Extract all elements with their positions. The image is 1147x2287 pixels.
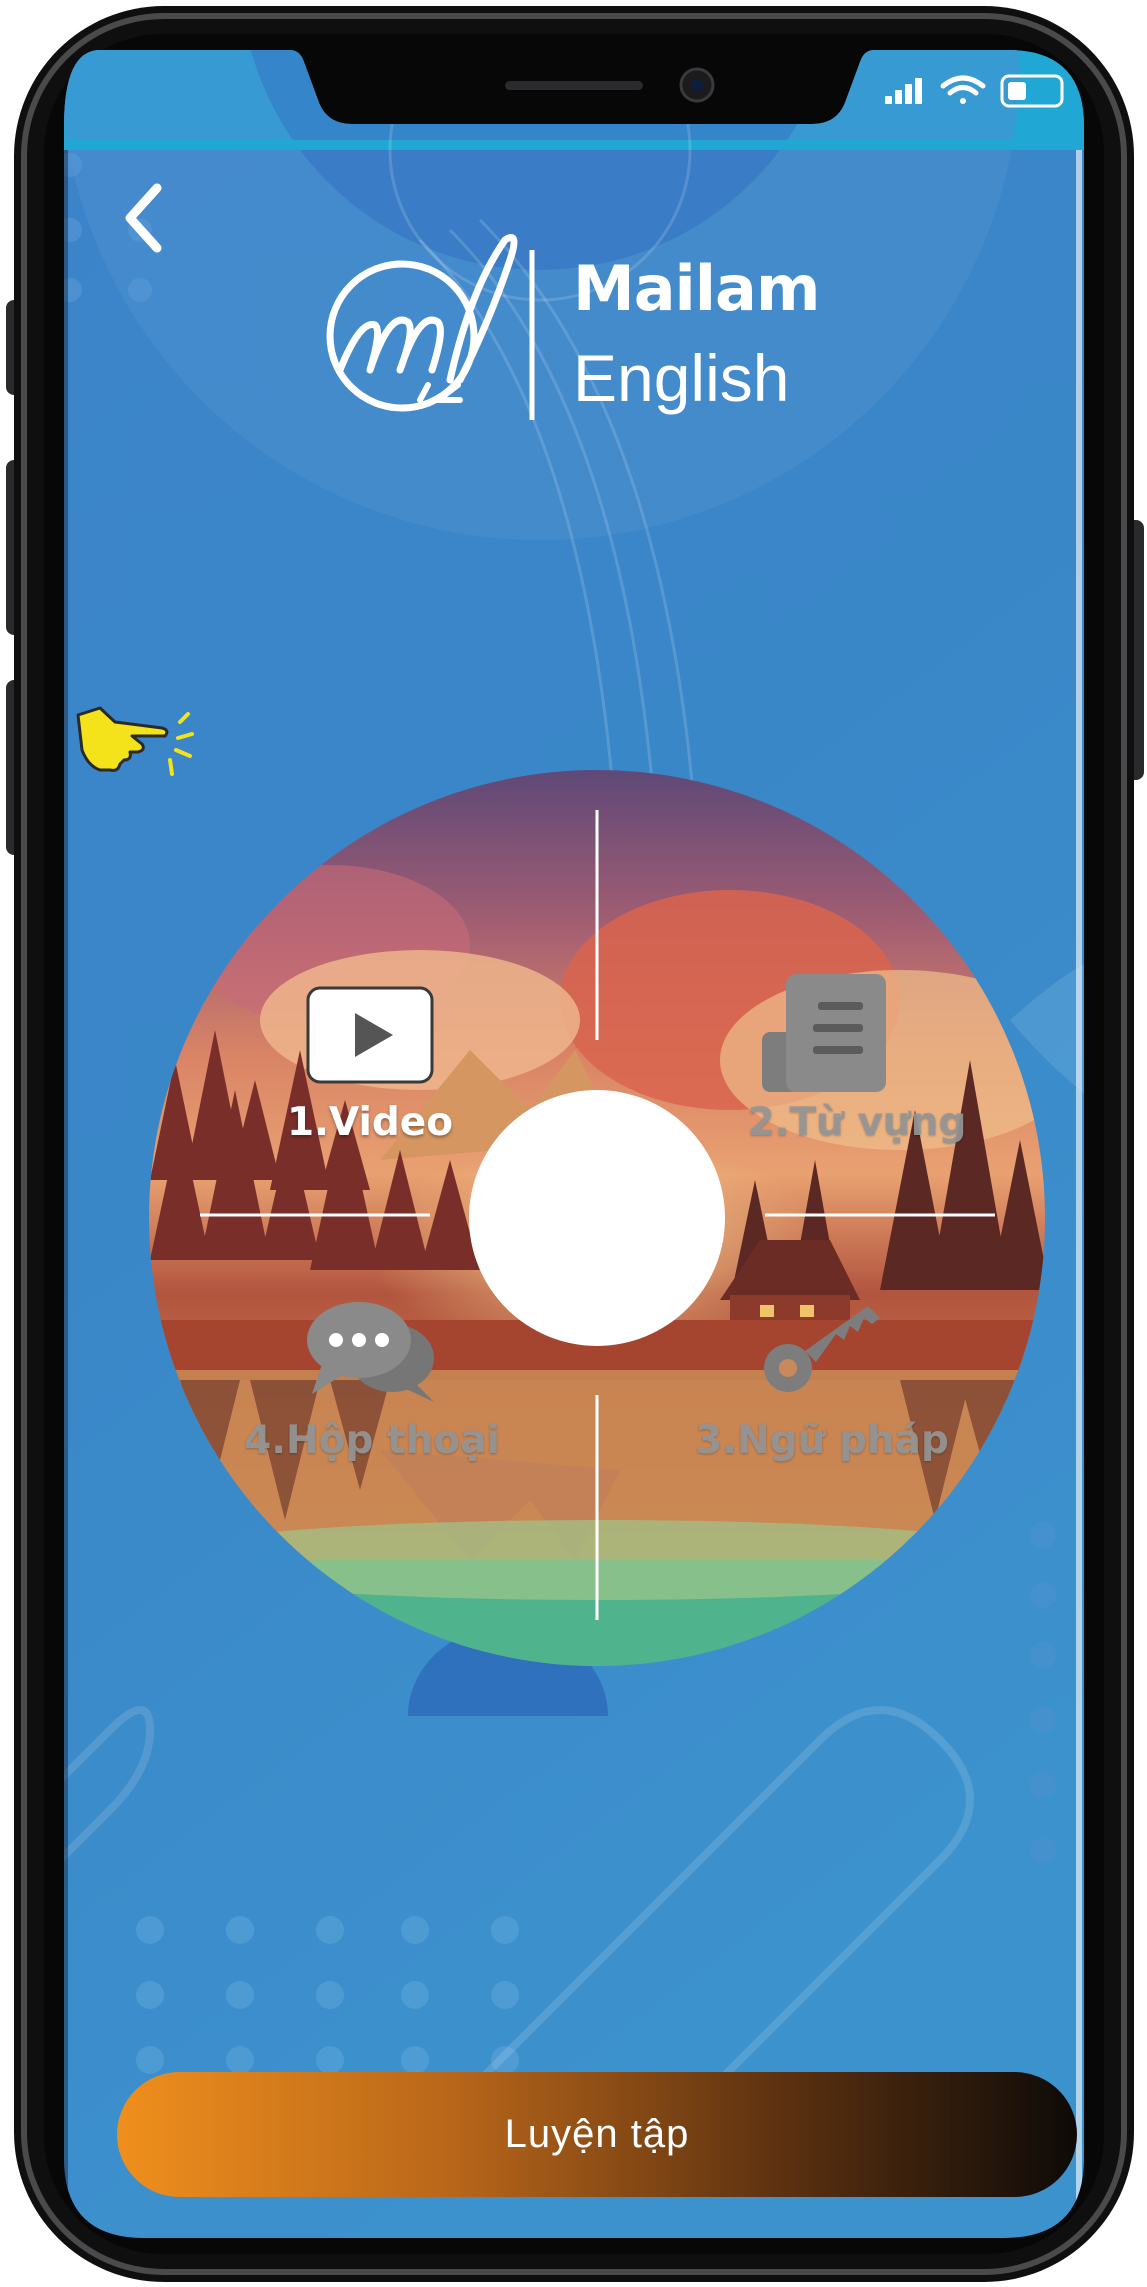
disc-center-hub: [469, 1090, 725, 1346]
menu-item-dialogue[interactable]: [304, 1298, 439, 1406]
menu-label-video[interactable]: 1.Video: [287, 1100, 453, 1145]
menu-label-dialogue[interactable]: 4.Hộp thoại: [244, 1418, 500, 1463]
ml-signature-logo: [326, 234, 535, 420]
chevron-left-icon: [125, 183, 162, 253]
brand-name: Mailam: [573, 252, 820, 325]
vocabulary-book-icon: [762, 974, 886, 1092]
menu-item-vocabulary[interactable]: [758, 972, 890, 1097]
wifi-icon: [940, 75, 986, 104]
menu-label-vocabulary[interactable]: 2.Từ vựng: [748, 1100, 967, 1145]
play-icon: [306, 986, 434, 1084]
brand-subtitle: English: [573, 341, 790, 415]
menu-label-grammar[interactable]: 3.Ngữ pháp: [695, 1418, 949, 1463]
battery-icon: [1000, 74, 1064, 108]
status-bar: [880, 68, 1080, 118]
practice-button-label: Luyện tập: [504, 2112, 690, 2156]
key-icon: [764, 1306, 880, 1392]
menu-item-grammar[interactable]: [760, 1296, 890, 1396]
chat-bubbles-icon: [307, 1302, 434, 1402]
menu-item-video[interactable]: [305, 985, 435, 1085]
back-button[interactable]: [112, 178, 182, 258]
practice-button[interactable]: Luyện tập: [117, 2072, 1077, 2197]
pointing-hand-icon: [70, 700, 200, 790]
signal-icon: [885, 78, 922, 104]
